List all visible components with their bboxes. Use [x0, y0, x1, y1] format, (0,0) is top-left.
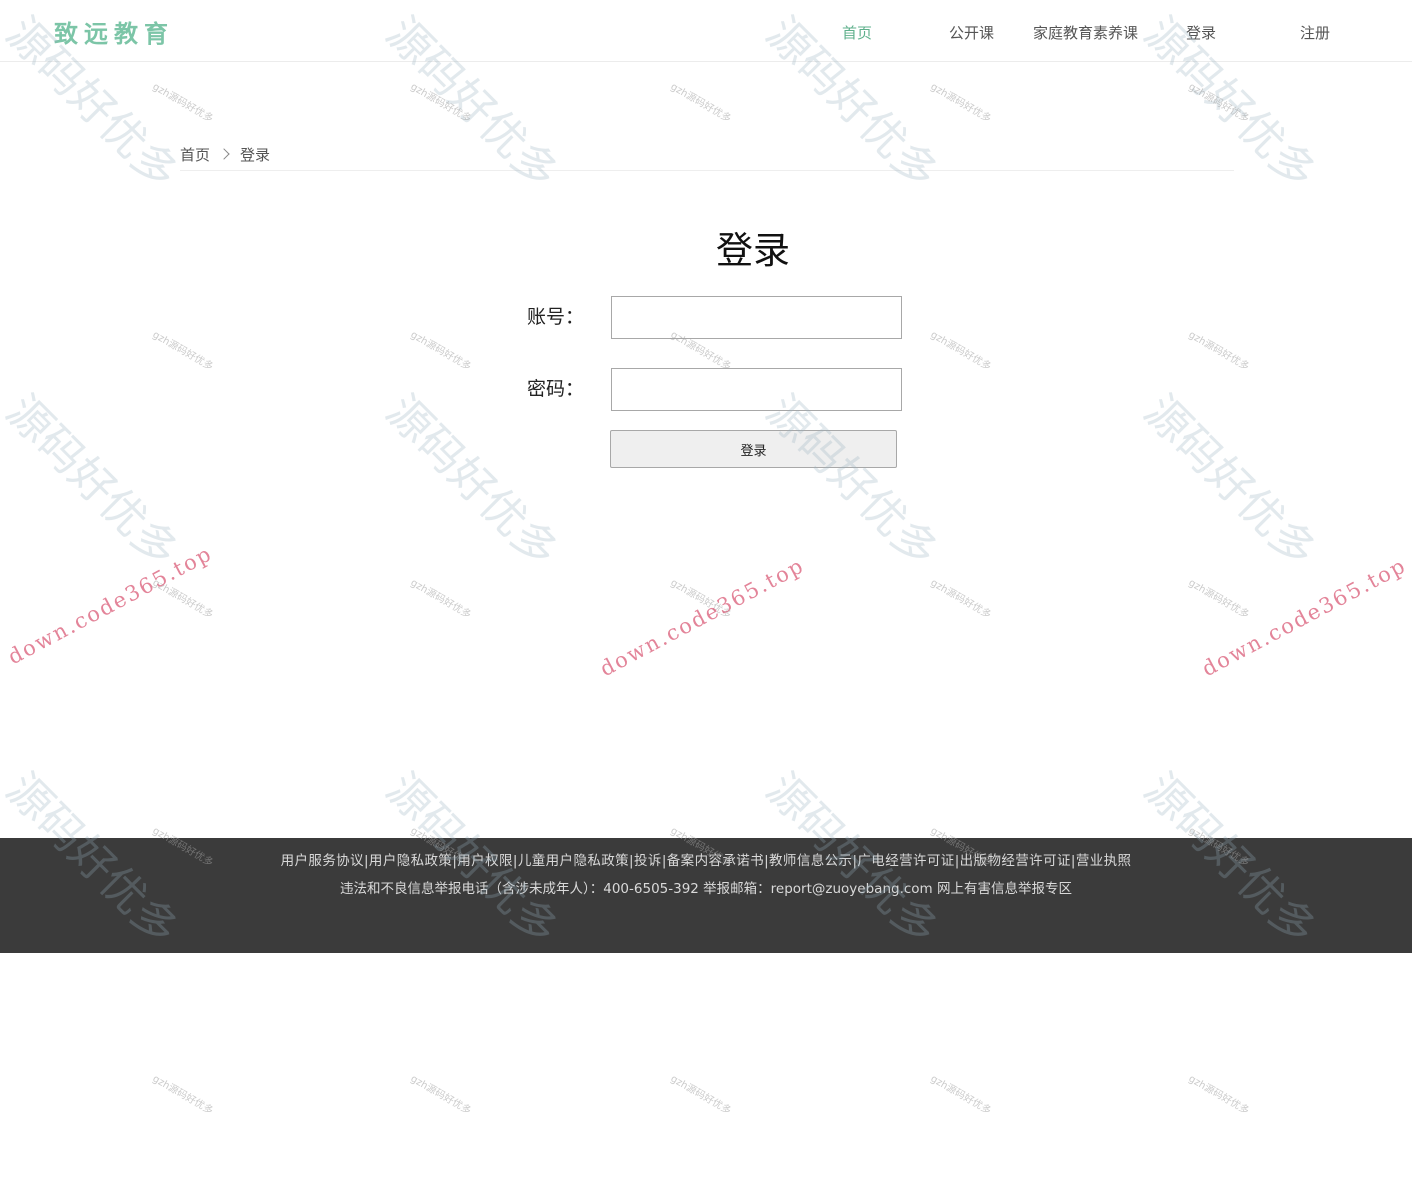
watermark-text: gzh源码好优多 [408, 1073, 473, 1117]
footer-link-filing-commitment[interactable]: 备案内容承诺书 [667, 853, 764, 869]
watermark-text: gzh源码好优多 [1186, 577, 1251, 621]
footer-link-complaint[interactable]: 投诉 [634, 853, 662, 869]
footer-link-business-license[interactable]: 营业执照 [1076, 853, 1132, 869]
watermark-text: gzh源码好优多 [928, 329, 993, 373]
watermark-text: gzh源码好优多 [408, 329, 473, 373]
watermark-text: gzh源码好优多 [1186, 1073, 1251, 1117]
watermark-text: gzh源码好优多 [668, 1073, 733, 1117]
login-button[interactable]: 登录 [610, 430, 897, 468]
breadcrumb-home[interactable]: 首页 [180, 144, 210, 165]
page: 致远教育 首页 公开课 家庭教育素养课 登录 注册 首页 登录 登录 账号： 密码… [0, 0, 1412, 1200]
footer: 用户服务协议|用户隐私政策|用户权限|儿童用户隐私政策|投诉|备案内容承诺书|教… [0, 838, 1412, 953]
footer-link-service-agreement[interactable]: 用户服务协议 [281, 853, 364, 869]
footer-links: 用户服务协议|用户隐私政策|用户权限|儿童用户隐私政策|投诉|备案内容承诺书|教… [0, 849, 1412, 869]
watermark-text: gzh源码好优多 [928, 1073, 993, 1117]
watermark-text: gzh源码好优多 [150, 577, 215, 621]
watermark-text: 源码好优多 [1134, 385, 1326, 578]
watermark-text: gzh源码好优多 [668, 81, 733, 125]
breadcrumb-current: 登录 [240, 146, 271, 164]
footer-link-child-privacy[interactable]: 儿童用户隐私政策 [518, 853, 629, 869]
top-header: 致远教育 首页 公开课 家庭教育素养课 登录 注册 [0, 0, 1412, 62]
chevron-right-icon [218, 148, 230, 160]
nav-item-open-courses[interactable]: 公开课 [949, 22, 994, 43]
watermark-text: gzh源码好优多 [668, 577, 733, 621]
footer-link-teacher-info[interactable]: 教师信息公示 [769, 853, 852, 869]
watermark-text: gzh源码好优多 [408, 81, 473, 125]
nav-item-home[interactable]: 首页 [842, 22, 872, 43]
watermark-text: gzh源码好优多 [150, 81, 215, 125]
site-logo[interactable]: 致远教育 [54, 14, 174, 49]
footer-link-user-permissions[interactable]: 用户权限 [457, 853, 513, 869]
account-input[interactable] [611, 296, 902, 339]
watermark-text: gzh源码好优多 [150, 1073, 215, 1117]
nav-item-family-education[interactable]: 家庭教育素养课 [1033, 22, 1138, 43]
nav-item-login[interactable]: 登录 [1186, 22, 1216, 43]
breadcrumb: 首页 登录 [180, 144, 1234, 171]
watermark-text: gzh源码好优多 [928, 577, 993, 621]
account-label: 账号： [527, 306, 585, 328]
watermark-text: gzh源码好优多 [1186, 329, 1251, 373]
footer-link-broadcast-license[interactable]: 广电经营许可证 [857, 853, 954, 869]
footer-link-publication-license[interactable]: 出版物经营许可证 [960, 853, 1071, 869]
watermark-text: down.code365.top [4, 541, 217, 670]
footer-report-info: 违法和不良信息举报电话（含涉未成年人）：400-6505-392 举报邮箱：re… [340, 881, 1072, 897]
watermark-text: down.code365.top [596, 553, 809, 682]
password-input[interactable] [611, 368, 902, 411]
watermark-text: down.code365.top [1198, 553, 1411, 682]
footer-link-privacy-policy[interactable]: 用户隐私政策 [369, 853, 452, 869]
login-title: 登录 [716, 229, 790, 272]
watermark-text: 源码好优多 [376, 385, 568, 578]
watermark-text: 源码好优多 [0, 385, 188, 578]
watermark-text: gzh源码好优多 [1186, 81, 1251, 125]
nav-item-register[interactable]: 注册 [1300, 22, 1330, 43]
password-label: 密码： [527, 378, 585, 400]
watermark-text: gzh源码好优多 [150, 329, 215, 373]
watermark-text: gzh源码好优多 [408, 577, 473, 621]
watermark-text: gzh源码好优多 [928, 81, 993, 125]
